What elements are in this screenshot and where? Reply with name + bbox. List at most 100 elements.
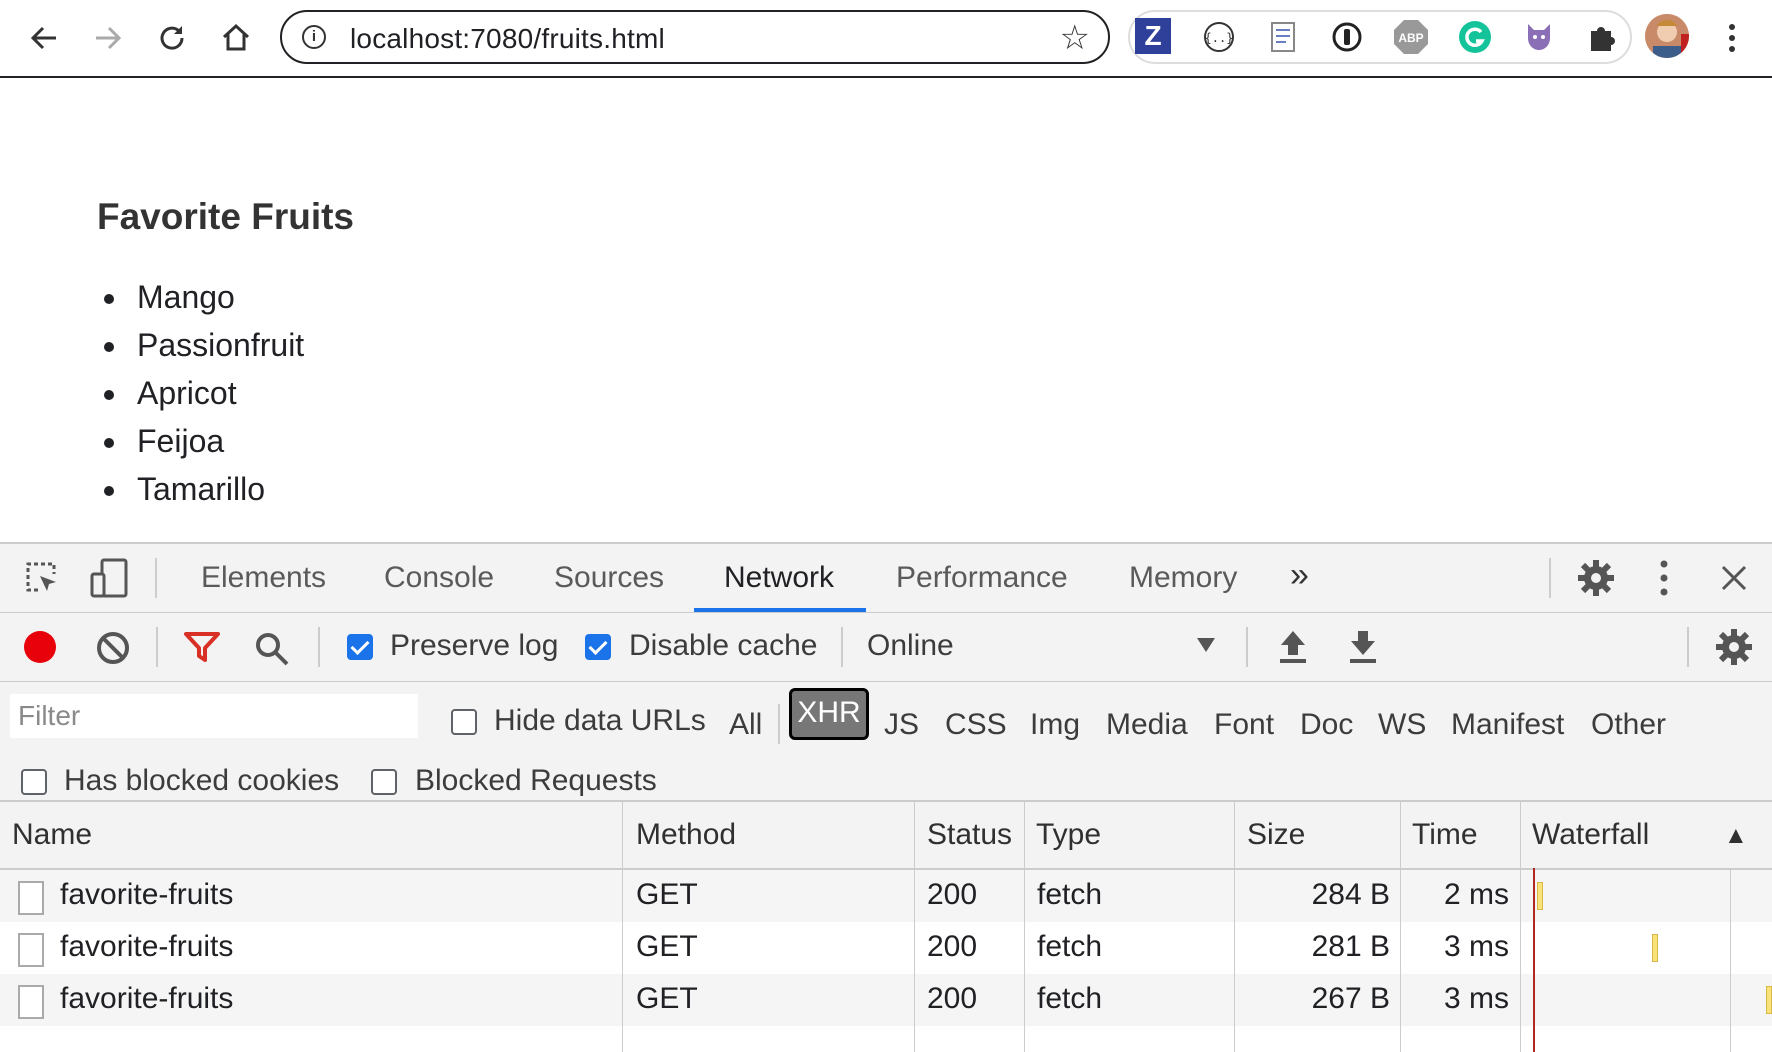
separator	[1246, 627, 1248, 667]
separator	[778, 704, 780, 744]
json-viewer-icon[interactable]: {..}	[1201, 19, 1237, 55]
profile-avatar[interactable]	[1645, 14, 1689, 58]
sort-ascending-icon[interactable]: ▲	[1724, 822, 1748, 850]
column-status[interactable]: Status	[927, 818, 1012, 852]
separator	[841, 627, 843, 667]
filter-type-css[interactable]: CSS	[945, 708, 1007, 742]
filter-type-img[interactable]: Img	[1030, 708, 1080, 742]
tab-performance[interactable]: Performance	[896, 561, 1068, 595]
hide-data-urls-checkbox[interactable]	[451, 709, 477, 735]
request-status: 200	[927, 982, 978, 1015]
column-time[interactable]: Time	[1412, 818, 1478, 852]
record-icon[interactable]	[24, 631, 56, 663]
request-method: GET	[636, 878, 698, 911]
zotero-label: Z	[1144, 20, 1162, 51]
more-tabs-icon[interactable]: »	[1290, 556, 1309, 595]
browser-toolbar: i localhost:7080/fruits.html ☆ Z {..} AB…	[0, 0, 1772, 78]
notes-icon[interactable]	[1265, 19, 1301, 55]
filter-type-font[interactable]: Font	[1214, 708, 1274, 742]
url-text[interactable]: localhost:7080/fruits.html	[350, 23, 665, 55]
blocked-requests-label[interactable]: Blocked Requests	[415, 764, 657, 798]
waterfall-bar	[1766, 986, 1772, 1014]
import-har-icon[interactable]	[1278, 629, 1308, 670]
device-toolbar-icon[interactable]	[90, 558, 130, 603]
inspect-element-icon[interactable]	[24, 560, 60, 601]
browser-menu-icon[interactable]	[1708, 14, 1756, 62]
settings-gear-icon[interactable]	[1576, 558, 1616, 603]
filter-type-ws[interactable]: WS	[1378, 708, 1426, 742]
adblock-label: ABP	[1398, 31, 1423, 45]
disable-cache-checkbox[interactable]	[585, 634, 611, 660]
site-info-icon[interactable]: i	[302, 25, 326, 49]
chevron-down-icon[interactable]	[1196, 637, 1216, 658]
search-icon[interactable]	[254, 631, 290, 672]
export-har-icon[interactable]	[1348, 629, 1378, 670]
has-blocked-cookies-label[interactable]: Has blocked cookies	[64, 764, 339, 798]
list-item: Apricot	[97, 374, 304, 422]
tab-console[interactable]: Console	[384, 561, 494, 595]
devtools-panel: Elements Console Sources Network Perform…	[0, 542, 1772, 1052]
list-item: Feijoa	[97, 422, 304, 470]
zotero-icon[interactable]: Z	[1135, 18, 1171, 54]
page-title: Favorite Fruits	[97, 196, 354, 237]
filter-type-xhr[interactable]: XHR	[789, 688, 869, 740]
filter-icon[interactable]	[184, 631, 220, 668]
request-size: 281 B	[1311, 930, 1390, 963]
disable-cache-label[interactable]: Disable cache	[629, 629, 817, 663]
request-name[interactable]: favorite-fruits	[60, 982, 233, 1016]
has-blocked-cookies-checkbox[interactable]	[21, 769, 47, 795]
hide-data-urls-label[interactable]: Hide data URLs	[494, 704, 706, 738]
address-bar[interactable]: i localhost:7080/fruits.html ☆	[280, 10, 1110, 64]
waterfall-gridline	[1730, 868, 1731, 1052]
home-icon[interactable]	[212, 14, 260, 62]
waterfall-bar	[1537, 882, 1543, 910]
github-cat-icon[interactable]	[1521, 19, 1557, 55]
svg-text:{..}: {..}	[1205, 31, 1234, 45]
throttling-select[interactable]: Online	[867, 629, 954, 663]
filter-type-doc[interactable]: Doc	[1300, 708, 1353, 742]
document-icon	[18, 881, 44, 915]
column-waterfall[interactable]: Waterfall	[1532, 818, 1649, 852]
puzzle-extensions-icon[interactable]	[1585, 19, 1621, 55]
back-arrow-icon[interactable]	[20, 14, 68, 62]
request-type: fetch	[1037, 982, 1103, 1015]
blocked-requests-checkbox[interactable]	[371, 769, 397, 795]
filter-type-manifest[interactable]: Manifest	[1451, 708, 1564, 742]
tab-network[interactable]: Network	[724, 561, 834, 595]
separator	[1687, 627, 1689, 667]
active-tab-indicator	[694, 608, 866, 612]
request-name[interactable]: favorite-fruits	[60, 930, 233, 964]
filter-type-js[interactable]: JS	[884, 708, 919, 742]
request-name[interactable]: favorite-fruits	[60, 878, 233, 912]
tab-memory[interactable]: Memory	[1129, 561, 1237, 595]
reload-icon[interactable]	[148, 14, 196, 62]
table-row[interactable]: favorite-fruits GET 200 fetch 284 B 2 ms	[0, 870, 1772, 922]
adblock-icon[interactable]: ABP	[1393, 19, 1429, 55]
filter-type-media[interactable]: Media	[1106, 708, 1188, 742]
tab-elements[interactable]: Elements	[201, 561, 326, 595]
filter-type-all[interactable]: All	[729, 708, 762, 742]
separator	[318, 627, 320, 667]
column-method[interactable]: Method	[636, 818, 736, 852]
forward-arrow-icon[interactable]	[84, 14, 132, 62]
table-row[interactable]: favorite-fruits GET 200 fetch 267 B 3 ms	[0, 974, 1772, 1026]
tab-sources[interactable]: Sources	[554, 561, 664, 595]
request-type: fetch	[1037, 878, 1103, 911]
network-settings-gear-icon[interactable]	[1714, 627, 1754, 672]
preserve-log-label[interactable]: Preserve log	[390, 629, 558, 663]
password-manager-icon[interactable]	[1329, 19, 1365, 55]
grammarly-icon[interactable]	[1457, 19, 1493, 55]
devtools-menu-icon[interactable]	[1660, 560, 1668, 601]
filter-input[interactable]	[10, 694, 418, 738]
request-time: 3 ms	[1443, 982, 1509, 1015]
clear-icon[interactable]	[96, 631, 130, 670]
column-size[interactable]: Size	[1247, 818, 1305, 852]
filter-type-other[interactable]: Other	[1591, 708, 1666, 742]
bookmark-star-icon[interactable]: ☆	[1060, 18, 1090, 58]
preserve-log-checkbox[interactable]	[347, 634, 373, 660]
request-method: GET	[636, 930, 698, 963]
column-name[interactable]: Name	[12, 818, 92, 852]
table-row[interactable]: favorite-fruits GET 200 fetch 281 B 3 ms	[0, 922, 1772, 974]
close-icon[interactable]	[1720, 564, 1748, 597]
column-type[interactable]: Type	[1036, 818, 1101, 852]
